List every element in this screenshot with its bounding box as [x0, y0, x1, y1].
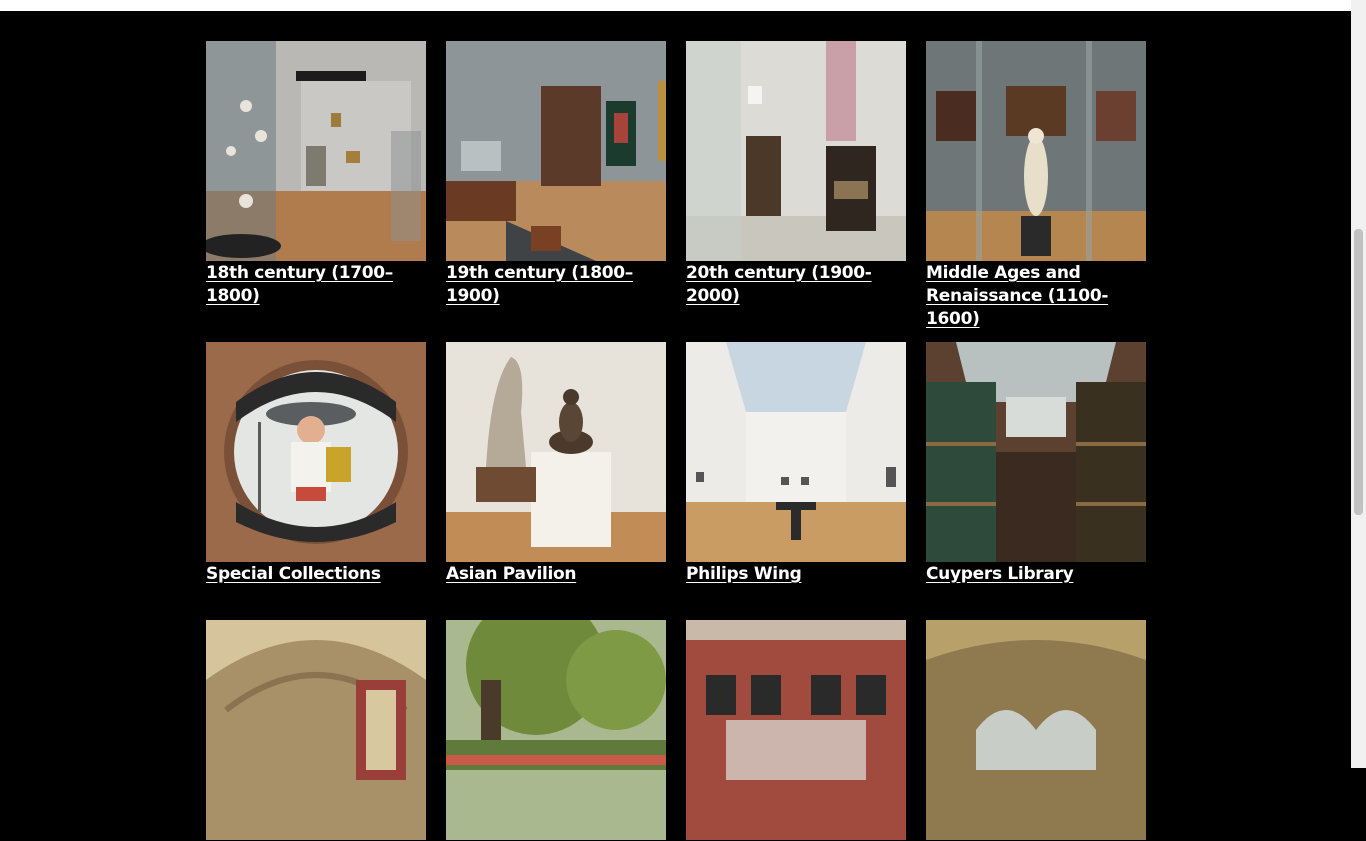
gallery-middle-ages-icon [926, 41, 1146, 261]
white-gallery-icon [686, 342, 906, 562]
library-icon [926, 342, 1146, 562]
gallery-20th-century-icon [686, 41, 906, 261]
card-label: Asian Pavilion [446, 564, 577, 584]
card-label: Philips Wing [686, 564, 802, 584]
vertical-scrollbar[interactable] [1351, 0, 1366, 768]
scrollbar-thumb[interactable] [1354, 229, 1363, 515]
card-philips-wing[interactable]: Philips Wing [686, 342, 906, 586]
card-vaulted-hall[interactable] [206, 620, 426, 841]
card-19th-century[interactable]: 19th century (1800–1900) [446, 41, 666, 308]
card-label: Middle Ages and Renaissance (1100-1600) [926, 263, 1109, 329]
card-arched-hall[interactable] [926, 620, 1146, 841]
arched-hall-icon [926, 620, 1146, 840]
top-white-bar [0, 0, 1351, 11]
card-label: 19th century (1800–1900) [446, 263, 634, 306]
vaulted-hall-icon [206, 620, 426, 840]
gallery-19th-century-icon [446, 41, 666, 261]
card-label: 18th century (1700–1800) [206, 263, 394, 306]
buddha-statue-icon [446, 342, 666, 562]
card-cuypers-library[interactable]: Cuypers Library [926, 342, 1146, 586]
gallery-18th-century-icon [206, 41, 426, 261]
card-label: 20th century (1900-2000) [686, 263, 872, 306]
card-brick-facade[interactable] [686, 620, 906, 841]
card-garden-tree[interactable] [446, 620, 666, 841]
card-asian-pavilion[interactable]: Asian Pavilion [446, 342, 666, 586]
card-20th-century[interactable]: 20th century (1900-2000) [686, 41, 906, 308]
card-18th-century[interactable]: 18th century (1700–1800) [206, 41, 426, 308]
tile-dwarf-icon [206, 342, 426, 562]
card-label: Special Collections [206, 564, 381, 584]
card-special-collections[interactable]: Special Collections [206, 342, 426, 586]
brick-facade-icon [686, 620, 906, 840]
card-middle-ages[interactable]: Middle Ages and Renaissance (1100-1600) [926, 41, 1146, 331]
garden-tree-icon [446, 620, 666, 840]
card-label: Cuypers Library [926, 564, 1074, 584]
